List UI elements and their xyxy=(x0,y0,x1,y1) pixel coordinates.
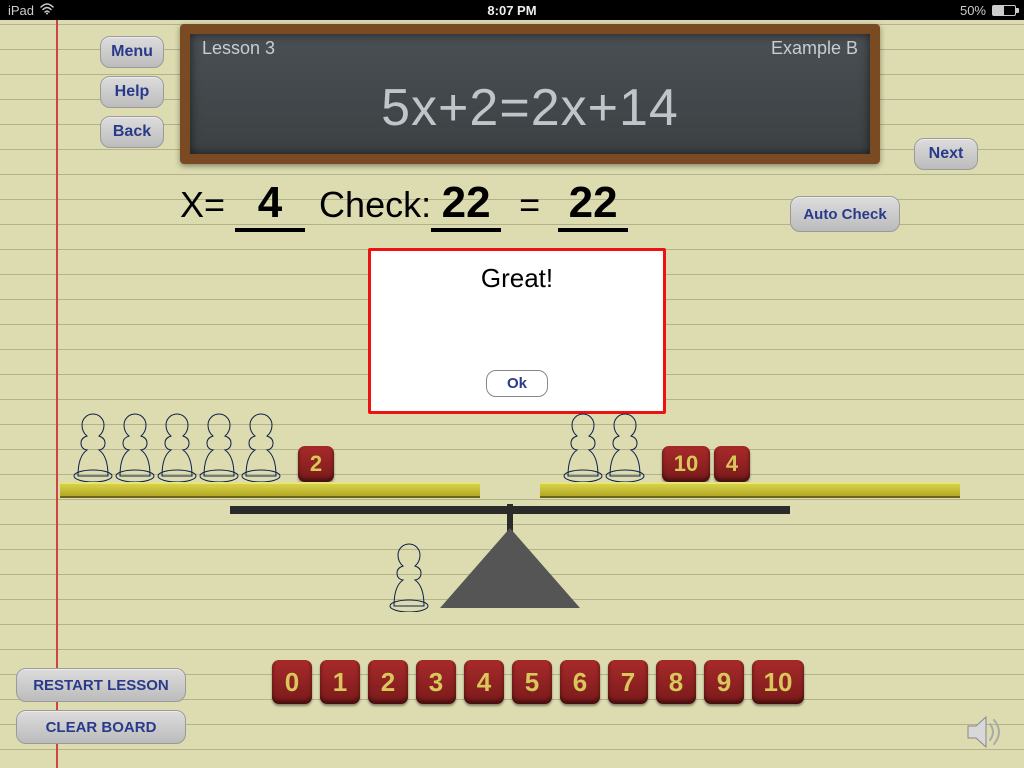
number-token[interactable]: 9 xyxy=(704,660,744,704)
battery-pct: 50% xyxy=(960,3,986,18)
left-pan-content[interactable]: 2 xyxy=(72,410,334,482)
help-button[interactable]: Help xyxy=(100,76,164,108)
restart-lesson-button[interactable]: RESTART LESSON xyxy=(16,668,186,702)
fulcrum xyxy=(440,528,580,608)
device-label: iPad xyxy=(8,3,34,18)
example-label: Example B xyxy=(771,38,858,59)
number-token[interactable]: 2 xyxy=(368,660,408,704)
feedback-message: Great! xyxy=(481,263,553,294)
pawn[interactable] xyxy=(604,410,646,482)
number-token[interactable]: 3 xyxy=(416,660,456,704)
battery-icon xyxy=(992,5,1016,16)
speaker-icon[interactable] xyxy=(966,714,1006,750)
right-pan xyxy=(540,482,960,498)
next-button[interactable]: Next xyxy=(914,138,978,170)
pawn[interactable] xyxy=(198,410,240,482)
clock: 8:07 PM xyxy=(487,3,536,18)
menu-button[interactable]: Menu xyxy=(100,36,164,68)
x-equals-label: X= xyxy=(180,184,225,226)
number-token[interactable]: 0 xyxy=(272,660,312,704)
number-token[interactable]: 1 xyxy=(320,660,360,704)
number-token[interactable]: 2 xyxy=(298,446,334,482)
check-lhs[interactable]: 22 xyxy=(431,178,501,232)
number-token[interactable]: 6 xyxy=(560,660,600,704)
pawn[interactable] xyxy=(72,410,114,482)
equals-sign: = xyxy=(501,184,558,226)
spare-pawn[interactable] xyxy=(388,540,430,612)
ios-status-bar: iPad 8:07 PM 50% xyxy=(0,0,1024,20)
feedback-modal: Great! Ok xyxy=(368,248,666,414)
check-label: Check: xyxy=(319,184,431,226)
number-token[interactable]: 10 xyxy=(752,660,804,704)
number-token[interactable]: 7 xyxy=(608,660,648,704)
pawn[interactable] xyxy=(562,410,604,482)
equation-text: 5x+2=2x+14 xyxy=(190,78,870,138)
lesson-label: Lesson 3 xyxy=(202,38,275,59)
wifi-icon xyxy=(40,3,54,18)
clear-board-button[interactable]: CLEAR BOARD xyxy=(16,710,186,744)
pawn[interactable] xyxy=(156,410,198,482)
number-token[interactable]: 4 xyxy=(714,446,750,482)
right-pan-content[interactable]: 104 xyxy=(562,410,750,482)
pawn[interactable] xyxy=(114,410,156,482)
number-token[interactable]: 8 xyxy=(656,660,696,704)
balance-scale: 2 104 xyxy=(60,410,960,620)
back-button[interactable]: Back xyxy=(100,116,164,148)
number-token[interactable]: 10 xyxy=(662,446,710,482)
number-token[interactable]: 4 xyxy=(464,660,504,704)
pawn[interactable] xyxy=(240,410,282,482)
chalkboard: Lesson 3 Example B 5x+2=2x+14 xyxy=(180,24,880,164)
check-rhs[interactable]: 22 xyxy=(558,178,628,232)
ok-button[interactable]: Ok xyxy=(486,370,548,397)
left-pan xyxy=(60,482,480,498)
solution-row: X= 4 Check: 22 = 22 xyxy=(180,178,800,232)
x-value[interactable]: 4 xyxy=(235,178,305,232)
auto-check-button[interactable]: Auto Check xyxy=(790,196,900,232)
number-strip: 012345678910 xyxy=(268,660,804,704)
number-token[interactable]: 5 xyxy=(512,660,552,704)
